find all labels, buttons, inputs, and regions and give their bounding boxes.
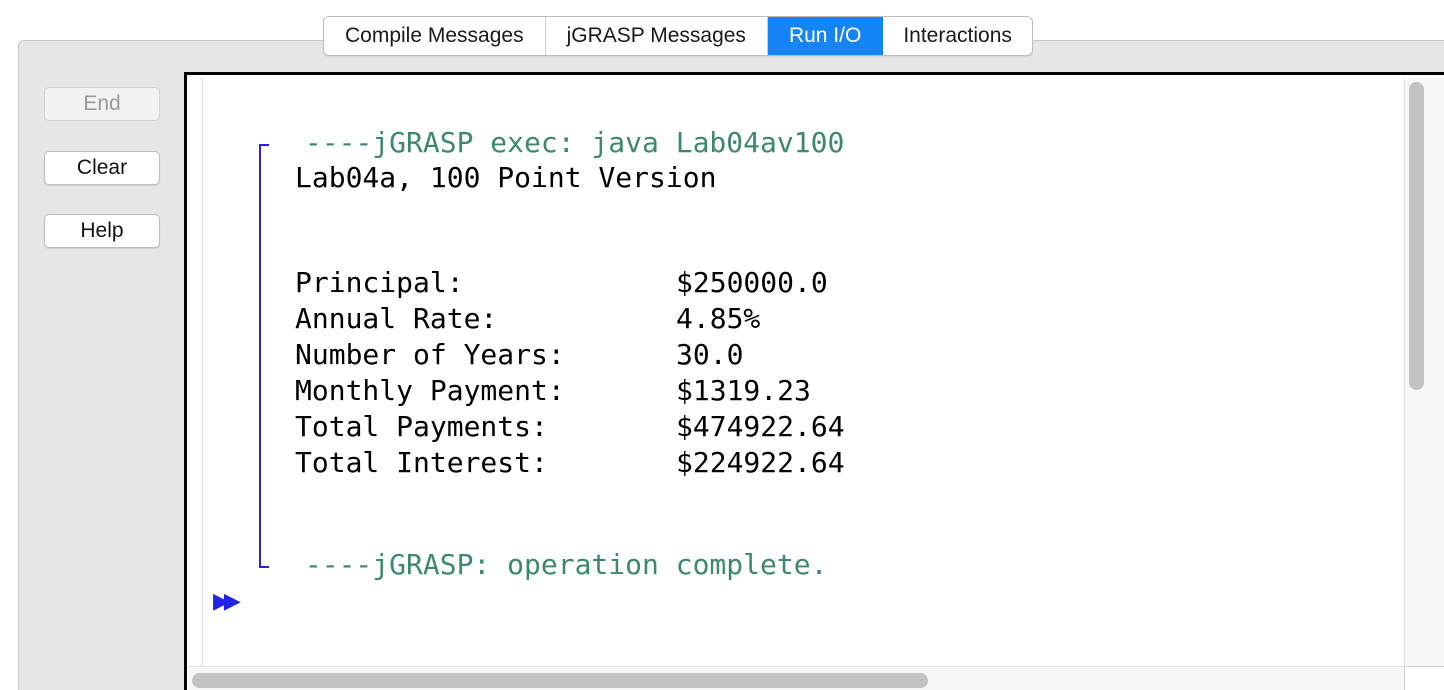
jgrasp-message-window: Compile Messages jGRASP Messages Run I/O… <box>0 0 1444 690</box>
tab-compile-messages[interactable]: Compile Messages <box>324 17 546 55</box>
tab-jgrasp-messages[interactable]: jGRASP Messages <box>546 17 768 55</box>
message-tab-bar: Compile Messages jGRASP Messages Run I/O… <box>323 16 1033 56</box>
double-play-arrow-icon: ▶▶ <box>213 588 241 613</box>
help-button[interactable]: Help <box>44 214 160 248</box>
clear-button[interactable]: Clear <box>44 151 160 185</box>
vertical-scrollbar-thumb[interactable] <box>1409 82 1424 390</box>
program-title-line: Lab04a, 100 Point Version <box>295 161 717 194</box>
operation-complete-line: ----jGRASP: operation complete. <box>288 548 828 581</box>
exec-line: ----jGRASP exec: java Lab04av100 <box>288 126 845 159</box>
total-interest-value: $224922.64 <box>676 446 845 479</box>
total-payments-label: Total Payments: <box>295 410 548 443</box>
principal-label: Principal: <box>295 266 464 299</box>
output-bracket <box>259 144 269 568</box>
number-of-years-label: Number of Years: <box>295 338 565 371</box>
total-payments-value: $474922.64 <box>676 410 845 443</box>
tab-run-io[interactable]: Run I/O <box>767 17 884 55</box>
total-interest-label: Total Interest: <box>295 446 548 479</box>
monthly-payment-value: $1319.23 <box>676 374 811 407</box>
number-of-years-value: 30.0 <box>676 338 744 371</box>
tab-interactions[interactable]: Interactions <box>883 17 1032 55</box>
monthly-payment-label: Monthly Payment: <box>295 374 565 407</box>
horizontal-scrollbar-thumb[interactable] <box>192 673 928 688</box>
end-button[interactable]: End <box>44 87 160 121</box>
principal-value: $250000.0 <box>676 266 828 299</box>
annual-rate-label: Annual Rate: <box>295 302 498 335</box>
scroll-corner <box>1404 666 1444 690</box>
annual-rate-value: 4.85% <box>676 302 761 335</box>
